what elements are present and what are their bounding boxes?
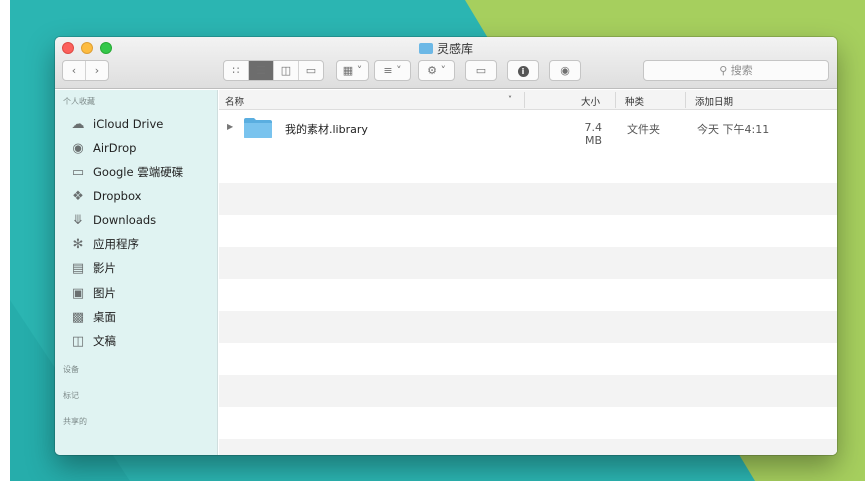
dropbox-icon: ❖ (72, 188, 84, 204)
column-divider (615, 92, 616, 108)
empty-row (219, 183, 837, 215)
finder-window: 灵感库 ‹ › ∷ ☰ ◫ ▭ ▦ ˅ ≡ ˅ ⚙ ˅ ▭ i ◉ ⚲ 搜索 个… (55, 37, 837, 455)
sidebar-item-icloud-drive[interactable]: ☁ iCloud Drive (69, 115, 164, 133)
folder-icon: ▭ (71, 164, 85, 180)
sidebar-item-label: Google 雲端硬碟 (93, 165, 184, 179)
column-date-added-header[interactable]: 添加日期 (695, 94, 733, 108)
list-view-icon: ☰ (256, 64, 266, 77)
disclosure-triangle-icon[interactable]: ▶ (227, 122, 233, 131)
icon-view-button[interactable]: ∷ (224, 61, 249, 80)
empty-row (219, 375, 837, 407)
chevron-down-icon: ˅ (396, 64, 402, 77)
search-icon: ⚲ (719, 64, 728, 77)
tag-icon: ▭ (475, 64, 487, 77)
search-placeholder: 搜索 (730, 64, 753, 77)
list-view-button[interactable]: ☰ (249, 61, 274, 80)
arrange-icon: ▦ (342, 64, 354, 77)
table-row[interactable]: ▶ 我的素材.library 7.4 MB 文件夹 今天 下午4:11 (219, 112, 837, 147)
sidebar-item-downloads[interactable]: ⤋ Downloads (69, 211, 157, 229)
column-kind-header[interactable]: 种类 (625, 94, 644, 108)
sidebar-item-pictures[interactable]: ▣ 图片 (69, 284, 116, 302)
column-divider (685, 92, 686, 108)
column-divider (524, 92, 525, 108)
file-kind: 文件夹 (627, 123, 660, 136)
navigation-buttons: ‹ › (62, 60, 109, 81)
share-button[interactable]: ≡ ˅ (374, 60, 411, 81)
applications-icon: ✻ (72, 236, 84, 252)
sidebar-item-dropbox[interactable]: ❖ Dropbox (69, 187, 141, 205)
arrange-button[interactable]: ▦ ˅ (336, 60, 369, 81)
view-mode-segmented: ∷ ☰ ◫ ▭ (223, 60, 324, 81)
sidebar-item-label: 桌面 (93, 310, 116, 324)
cloud-icon: ☁ (71, 116, 85, 132)
column-name-header[interactable]: 名称 (225, 94, 244, 108)
get-info-button[interactable]: i (507, 60, 539, 81)
titlebar: 灵感库 ‹ › ∷ ☰ ◫ ▭ ▦ ˅ ≡ ˅ ⚙ ˅ ▭ i ◉ ⚲ 搜索 (55, 37, 837, 89)
airdrop-icon: ◉ (72, 140, 84, 156)
document-icon: ◫ (71, 333, 85, 349)
sidebar-heading-devices[interactable]: 设备 (63, 364, 79, 375)
empty-row (219, 439, 837, 455)
empty-row (219, 311, 837, 343)
sidebar-heading-tags[interactable]: 标记 (63, 390, 79, 401)
forward-button[interactable]: › (86, 61, 108, 80)
action-button[interactable]: ⚙ ˅ (418, 60, 455, 81)
file-date-added: 今天 下午4:11 (697, 123, 770, 136)
folder-icon (244, 118, 272, 138)
sidebar-item-label: 文稿 (93, 334, 116, 348)
sidebar-item-movies[interactable]: ▤ 影片 (69, 259, 116, 277)
sort-chevron-down-icon[interactable]: ˅ (508, 95, 512, 104)
cover-flow-icon: ▭ (305, 64, 317, 77)
desktop-icon: ▩ (71, 309, 85, 325)
sidebar: 个人收藏 ☁ iCloud Drive ◉ AirDrop ▭ Google 雲… (55, 90, 218, 455)
gear-icon: ⚙ (427, 64, 437, 77)
share-icon: ≡ (383, 64, 393, 77)
search-field[interactable]: ⚲ 搜索 (643, 60, 829, 81)
sidebar-item-applications[interactable]: ✻ 应用程序 (69, 235, 139, 253)
sidebar-item-label: iCloud Drive (93, 117, 164, 131)
chevron-left-icon: ‹ (71, 64, 77, 77)
window-title: 灵感库 (55, 40, 837, 57)
file-size: 7.4 MB (584, 121, 603, 147)
sidebar-item-label: AirDrop (93, 141, 137, 155)
chevron-down-icon: ˅ (356, 64, 363, 77)
cover-flow-button[interactable]: ▭ (299, 61, 323, 80)
sidebar-item-documents[interactable]: ◫ 文稿 (69, 332, 116, 350)
chevron-down-icon: ˅ (440, 64, 446, 77)
sidebar-item-label: Dropbox (93, 189, 142, 203)
sidebar-item-label: 应用程序 (93, 237, 139, 251)
sidebar-item-label: 图片 (93, 286, 116, 300)
sidebar-item-airdrop[interactable]: ◉ AirDrop (69, 139, 136, 157)
download-icon: ⤋ (72, 212, 84, 228)
file-list: 名称 ˅ 大小 种类 添加日期 ▶ 我的素材.library 7.4 MB 文件… (219, 90, 837, 455)
sidebar-heading-favorites: 个人收藏 (63, 97, 95, 106)
icon-view-icon: ∷ (232, 64, 240, 77)
film-icon: ▤ (71, 260, 85, 276)
sidebar-item-google-drive[interactable]: ▭ Google 雲端硬碟 (69, 163, 183, 181)
camera-icon: ▣ (71, 285, 85, 301)
empty-row (219, 247, 837, 279)
column-header: 名称 ˅ 大小 种类 添加日期 (219, 90, 837, 110)
column-view-icon: ◫ (280, 64, 292, 77)
tag-button[interactable]: ▭ (465, 60, 497, 81)
back-button[interactable]: ‹ (63, 61, 86, 80)
chevron-right-icon: › (94, 64, 100, 77)
column-view-button[interactable]: ◫ (274, 61, 299, 80)
column-size-header[interactable]: 大小 (581, 94, 600, 108)
sidebar-heading-shared[interactable]: 共享的 (63, 416, 87, 427)
eye-icon: ◉ (560, 64, 570, 77)
folder-icon (418, 43, 433, 54)
quick-look-button[interactable]: ◉ (549, 60, 581, 81)
sidebar-item-label: 影片 (93, 261, 116, 275)
info-icon: i (517, 66, 529, 77)
file-name: 我的素材.library (285, 123, 368, 136)
sidebar-item-label: Downloads (93, 213, 157, 227)
sidebar-item-desktop[interactable]: ▩ 桌面 (69, 308, 116, 326)
